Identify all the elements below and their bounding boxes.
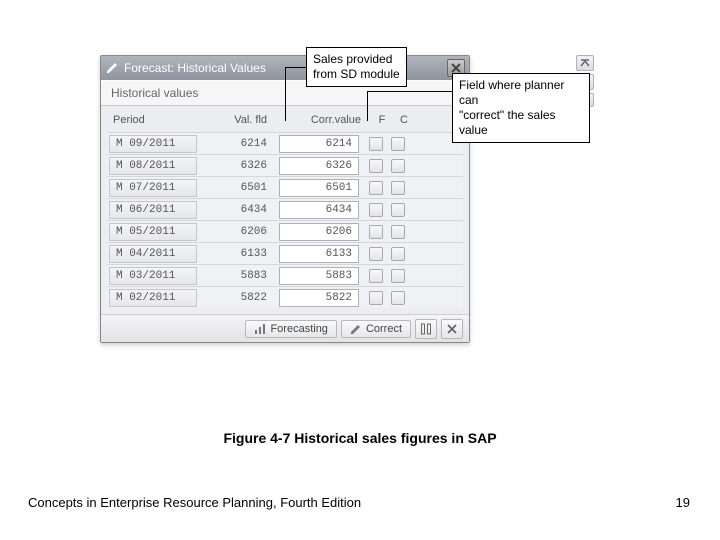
cell-val: 5822 [201,292,279,304]
chart-icon-button[interactable] [415,319,437,339]
checkbox-c[interactable] [391,269,405,283]
checkbox-f[interactable] [369,247,383,261]
checkbox-c[interactable] [391,159,405,173]
table-row: M 06/2011 64346434 [107,198,463,220]
footer-text: Concepts in Enterprise Resource Planning… [28,495,361,510]
checkbox-f[interactable] [369,291,383,305]
forecasting-button-label: Forecasting [270,323,327,335]
correct-button-label: Correct [366,323,402,335]
window-footer: Forecasting Correct [101,314,469,342]
checkbox-c[interactable] [391,291,405,305]
table-row: M 05/2011 62066206 [107,220,463,242]
checkbox-f[interactable] [369,181,383,195]
cell-val: 6214 [201,138,279,150]
checkbox-c[interactable] [391,225,405,239]
table-row: M 09/2011 62146214 [107,132,463,154]
checkbox-c[interactable] [391,203,405,217]
cell-period: M 02/2011 [109,289,197,307]
col-header-period: Period [109,114,201,126]
cancel-icon [447,324,457,334]
checkbox-c[interactable] [391,137,405,151]
table-row: M 08/2011 63266326 [107,154,463,176]
checkbox-f[interactable] [369,137,383,151]
scroll-top-button[interactable] [576,55,594,71]
checkbox-f[interactable] [369,269,383,283]
cell-val: 5883 [201,270,279,282]
cell-val: 6326 [201,160,279,172]
cell-val: 6434 [201,204,279,216]
table-row: M 02/2011 58225822 [107,286,463,308]
cell-val: 6501 [201,182,279,194]
pencil-icon [105,61,119,75]
annotation-line [285,67,307,68]
cell-corr-input[interactable]: 5883 [279,267,359,285]
cell-corr-input[interactable]: 6326 [279,157,359,175]
cell-corr-input[interactable]: 6133 [279,245,359,263]
figure-caption: Figure 4-7 Historical sales figures in S… [0,430,720,446]
checkbox-c[interactable] [391,181,405,195]
historical-table: Period Val. fld Corr.value F C M 09/2011… [101,106,469,314]
checkbox-f[interactable] [369,225,383,239]
table-row: M 04/2011 61336133 [107,242,463,264]
checkbox-f[interactable] [369,203,383,217]
cell-period: M 07/2011 [109,179,197,197]
cell-corr-input[interactable]: 6206 [279,223,359,241]
annotation-field-correct: Field where planner can "correct" the sa… [452,73,590,143]
close-icon [451,63,461,73]
cell-corr-input[interactable]: 6434 [279,201,359,219]
col-header-corr: Corr.value [281,114,371,126]
page-number: 19 [676,495,690,510]
checkbox-c[interactable] [391,247,405,261]
table-row: M 07/2011 65016501 [107,176,463,198]
annotation-line [367,91,453,92]
chart-icon [420,323,432,335]
annotation-sales-provided: Sales provided from SD module [306,47,407,87]
cell-period: M 04/2011 [109,245,197,263]
cell-period: M 06/2011 [109,201,197,219]
checkbox-f[interactable] [369,159,383,173]
col-header-f: F [371,114,393,126]
cell-corr-input[interactable]: 6214 [279,135,359,153]
analytics-icon [254,323,266,335]
correct-button[interactable]: Correct [341,320,411,338]
cell-period: M 05/2011 [109,223,197,241]
col-header-c: C [393,114,415,126]
cell-corr-input[interactable]: 5822 [279,289,359,307]
pencil-icon [350,323,362,335]
annotation-line [285,67,286,121]
table-row: M 03/2011 58835883 [107,264,463,286]
cell-corr-input[interactable]: 6501 [279,179,359,197]
cell-period: M 09/2011 [109,135,197,153]
cell-period: M 08/2011 [109,157,197,175]
annotation-line [367,91,368,121]
cell-val: 6133 [201,248,279,260]
cancel-icon-button[interactable] [441,319,463,339]
col-header-val: Val. fld [201,114,281,126]
cell-val: 6206 [201,226,279,238]
forecasting-button[interactable]: Forecasting [245,320,336,338]
cell-period: M 03/2011 [109,267,197,285]
